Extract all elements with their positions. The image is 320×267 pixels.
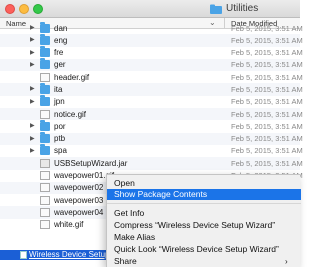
folder-icon <box>40 21 50 33</box>
file-name: por <box>54 121 66 131</box>
minimize-window-button[interactable] <box>19 4 29 14</box>
disclosure-triangle-icon[interactable]: ▶ <box>30 98 35 105</box>
file-name: ptb <box>54 134 66 144</box>
file-name: ita <box>54 84 63 94</box>
disclosure-triangle-icon[interactable]: ▶ <box>30 135 35 142</box>
window-titlebar: Utilities <box>0 0 300 18</box>
folder-icon <box>40 33 50 45</box>
file-name: eng <box>54 35 68 45</box>
file-date: Feb 5, 2015, 3:51 AM <box>231 60 303 70</box>
disclosure-triangle-icon[interactable]: ▶ <box>30 147 35 154</box>
folder-icon <box>40 95 50 107</box>
document-icon <box>40 220 50 230</box>
menu-item-open[interactable]: Open <box>107 178 301 189</box>
menu-item-make-alias[interactable]: Make Alias <box>107 232 301 243</box>
document-icon <box>40 207 50 217</box>
file-date: Feb 5, 2015, 3:51 AM <box>231 35 303 45</box>
file-row[interactable]: ▶ fre Feb 5, 2015, 3:51 AM <box>0 46 303 59</box>
menu-item-quick-look[interactable]: Quick Look “Wireless Device Setup Wizard… <box>107 244 301 255</box>
file-row[interactable]: ▶ ger Feb 5, 2015, 3:51 AM <box>0 58 303 72</box>
file-name: ger <box>54 60 66 70</box>
file-date: Feb 5, 2015, 3:51 AM <box>231 146 303 156</box>
menu-item-show-package-contents[interactable]: Show Package Contents <box>107 189 301 200</box>
disclosure-triangle-icon[interactable]: ▶ <box>30 85 35 92</box>
file-name: header.gif <box>54 72 90 82</box>
file-row[interactable]: notice.gif Feb 5, 2015, 3:51 AM <box>0 108 303 121</box>
folder-icon <box>210 4 222 14</box>
document-icon <box>40 72 50 82</box>
disclosure-triangle-icon[interactable]: ▶ <box>30 24 35 31</box>
disclosure-triangle-icon[interactable]: ▶ <box>30 122 35 129</box>
file-row[interactable]: ▶ dan Feb 5, 2015, 3:51 AM <box>0 21 303 34</box>
file-name: white.gif <box>54 220 84 230</box>
file-row[interactable]: USBSetupWizard.jar Feb 5, 2015, 3:51 AM <box>0 157 303 170</box>
folder-icon <box>40 46 50 58</box>
menu-item-compress[interactable]: Compress “Wireless Device Setup Wizard” <box>107 220 301 231</box>
file-name: dan <box>54 23 68 33</box>
file-date: Feb 5, 2015, 3:51 AM <box>231 158 303 168</box>
selected-row-name: Wireless Device Setup <box>29 250 110 259</box>
file-date: Feb 5, 2015, 3:51 AM <box>231 72 303 82</box>
file-row[interactable]: header.gif Feb 5, 2015, 3:51 AM <box>0 71 303 83</box>
disclosure-triangle-icon[interactable]: ▶ <box>30 61 35 68</box>
context-menu: Open Show Package Contents Get Info Comp… <box>106 174 301 267</box>
file-row[interactable]: ▶ ptb Feb 5, 2015, 3:51 AM <box>0 132 303 145</box>
file-name: spa <box>54 146 67 156</box>
file-date: Feb 5, 2015, 3:51 AM <box>231 97 303 107</box>
document-icon <box>40 171 50 181</box>
chevron-right-icon: › <box>285 257 288 266</box>
document-icon <box>40 183 50 193</box>
document-icon <box>40 158 50 168</box>
file-name: USBSetupWizard.jar <box>54 158 128 168</box>
folder-icon <box>40 132 50 144</box>
menu-item-share-label: Share <box>114 256 137 266</box>
app-icon <box>20 251 27 259</box>
folder-icon <box>40 58 50 70</box>
document-icon <box>40 109 50 119</box>
folder-icon <box>40 119 50 131</box>
file-name: wavepower04 <box>54 207 104 217</box>
file-date: Feb 5, 2015, 3:51 AM <box>231 109 303 119</box>
folder-icon <box>40 144 50 156</box>
menu-item-get-info[interactable]: Get Info <box>107 208 301 219</box>
window-title: Utilities <box>226 3 259 14</box>
document-icon <box>40 195 50 205</box>
file-name: notice.gif <box>54 109 87 119</box>
folder-icon <box>40 82 50 94</box>
disclosure-triangle-icon[interactable]: ▶ <box>30 36 35 43</box>
file-name: jpn <box>54 97 65 107</box>
close-window-button[interactable] <box>5 4 15 14</box>
file-row[interactable]: ▶ jpn Feb 5, 2015, 3:51 AM <box>0 95 303 108</box>
file-date: Feb 5, 2015, 3:51 AM <box>231 121 303 131</box>
file-name: wavepower02 <box>54 183 104 193</box>
menu-separator <box>107 203 301 204</box>
file-row[interactable]: ▶ eng Feb 5, 2015, 3:51 AM <box>0 33 303 47</box>
zoom-window-button[interactable] <box>33 4 43 14</box>
file-date: Feb 5, 2015, 3:51 AM <box>231 134 303 144</box>
file-row[interactable]: ▶ por Feb 5, 2015, 3:51 AM <box>0 119 303 132</box>
disclosure-triangle-icon[interactable]: ▶ <box>30 49 35 56</box>
menu-item-share[interactable]: Share › <box>107 256 301 267</box>
window-title-area: Utilities <box>210 3 258 14</box>
file-row[interactable]: ▶ ita Feb 5, 2015, 3:51 AM <box>0 82 303 96</box>
file-name: fre <box>54 48 64 58</box>
file-date: Feb 5, 2015, 3:51 AM <box>231 23 303 33</box>
file-date: Feb 5, 2015, 3:51 AM <box>231 48 303 58</box>
file-name: wavepower03 <box>54 195 104 205</box>
file-row[interactable]: ▶ spa Feb 5, 2015, 3:51 AM <box>0 144 303 157</box>
file-date: Feb 5, 2015, 3:51 AM <box>231 84 303 94</box>
